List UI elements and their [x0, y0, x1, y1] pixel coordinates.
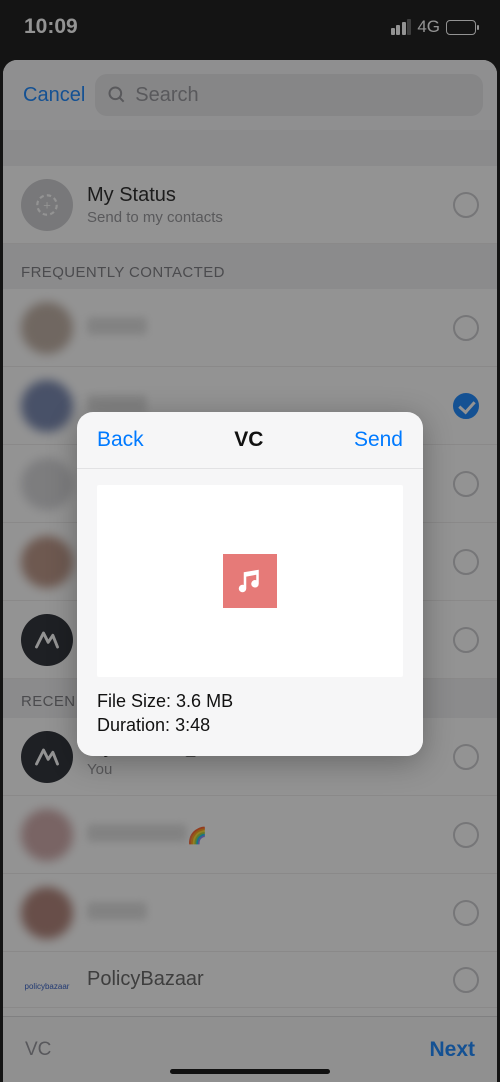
home-indicator[interactable] — [170, 1069, 330, 1074]
file-info: File Size: 3.6 MB Duration: 3:48 — [97, 689, 403, 738]
modal-body: File Size: 3.6 MB Duration: 3:48 — [77, 469, 423, 756]
file-size-label: File Size: — [97, 691, 171, 711]
duration-value: 3:48 — [175, 715, 210, 735]
duration-label: Duration: — [97, 715, 170, 735]
modal-title: VC — [234, 428, 263, 452]
file-preview-modal: Back VC Send File Size: 3.6 MB Duration:… — [77, 412, 423, 756]
send-button[interactable]: Send — [354, 428, 403, 452]
modal-header: Back VC Send — [77, 412, 423, 469]
file-preview — [97, 485, 403, 677]
file-size-value: 3.6 MB — [176, 691, 233, 711]
back-button[interactable]: Back — [97, 428, 144, 452]
music-icon — [223, 554, 277, 608]
